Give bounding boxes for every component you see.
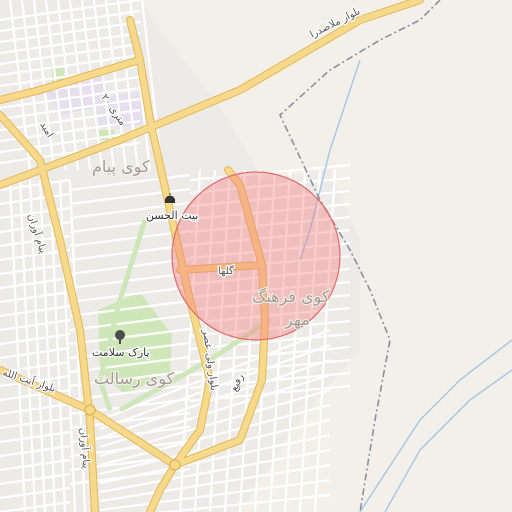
roundabout bbox=[169, 459, 181, 471]
district-kuye-farhang-label: کوی فرهنگ bbox=[252, 287, 330, 307]
district-kuye-resalat-label: کوی رسالت bbox=[94, 369, 174, 389]
park-salamat-label: پارک سلامت bbox=[92, 346, 150, 359]
map-canvas[interactable]: بلوار ملاصدرا ۲۰ متری امید پیام آوران پی… bbox=[0, 0, 512, 512]
district-kuye-payam-label: کوی پیام bbox=[92, 157, 150, 177]
district-kuye-farhang-label-2: مهر bbox=[284, 310, 310, 330]
highlight-circle[interactable] bbox=[171, 171, 341, 341]
roundabout bbox=[84, 404, 96, 416]
map-layer: بلوار ملاصدرا ۲۰ متری امید پیام آوران پی… bbox=[0, 0, 512, 512]
beit-al-hasan-label: بیت الحسن bbox=[146, 209, 198, 222]
golha-label: گلها bbox=[218, 265, 234, 277]
